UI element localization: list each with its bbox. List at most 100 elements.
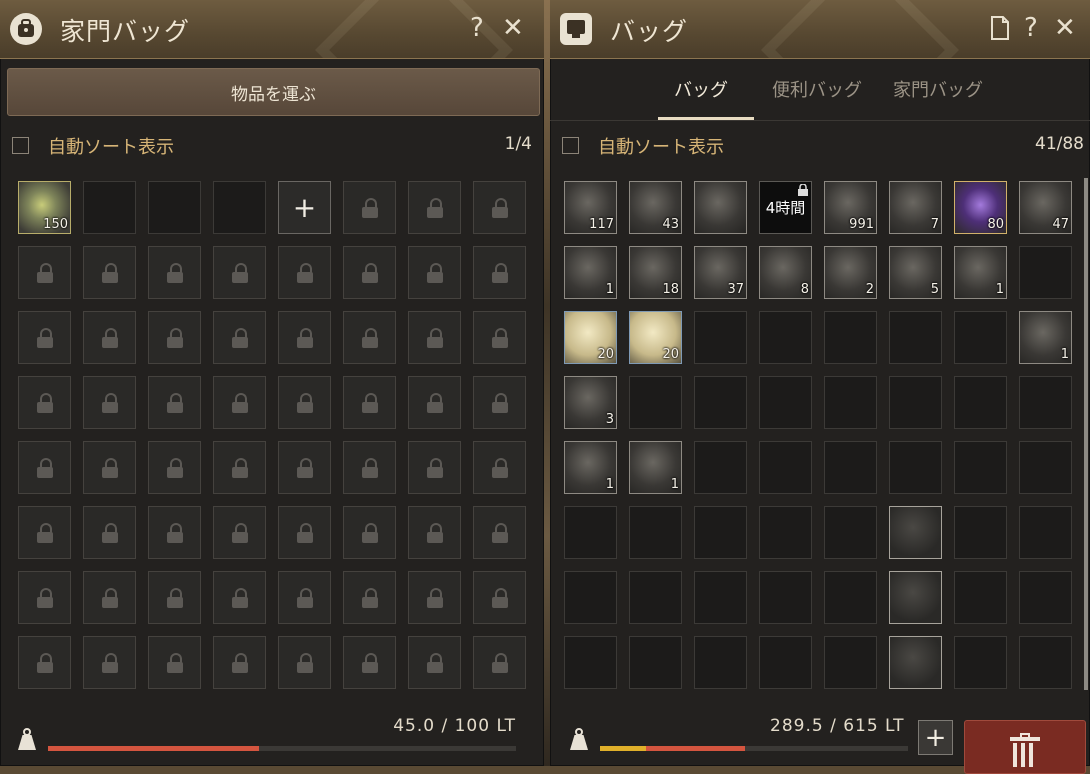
locked-slot[interactable]: [18, 311, 71, 364]
empty-slot[interactable]: [694, 506, 747, 559]
locked-slot[interactable]: [18, 506, 71, 559]
item-slot[interactable]: [889, 506, 942, 559]
item-slot[interactable]: 150: [18, 181, 71, 234]
locked-slot[interactable]: [278, 376, 331, 429]
locked-slot[interactable]: [278, 506, 331, 559]
empty-slot[interactable]: [148, 181, 201, 234]
empty-slot[interactable]: [1019, 376, 1072, 429]
item-slot[interactable]: 1: [1019, 311, 1072, 364]
empty-slot[interactable]: [759, 311, 812, 364]
empty-slot[interactable]: [564, 636, 617, 689]
item-slot[interactable]: 18: [629, 246, 682, 299]
carry-items-button[interactable]: 物品を運ぶ: [7, 68, 540, 116]
tab-family-bag[interactable]: 家門バッグ: [893, 76, 983, 102]
item-slot[interactable]: 4時間: [759, 181, 812, 234]
empty-slot[interactable]: [1019, 246, 1072, 299]
locked-slot[interactable]: [343, 636, 396, 689]
item-slot[interactable]: 3: [564, 376, 617, 429]
document-icon[interactable]: [990, 16, 1010, 48]
item-slot[interactable]: 117: [564, 181, 617, 234]
locked-slot[interactable]: [408, 311, 461, 364]
item-slot[interactable]: 1: [954, 246, 1007, 299]
tab-convenience-bag[interactable]: 便利バッグ: [772, 76, 862, 102]
empty-slot[interactable]: [694, 571, 747, 624]
locked-slot[interactable]: [83, 441, 136, 494]
item-slot[interactable]: 1: [564, 246, 617, 299]
locked-slot[interactable]: [473, 636, 526, 689]
locked-slot[interactable]: [148, 636, 201, 689]
locked-slot[interactable]: [408, 636, 461, 689]
empty-slot[interactable]: [759, 636, 812, 689]
item-slot[interactable]: 1: [564, 441, 617, 494]
locked-slot[interactable]: [83, 636, 136, 689]
locked-slot[interactable]: [148, 571, 201, 624]
help-icon[interactable]: ?: [1024, 12, 1038, 44]
add-slot-button[interactable]: +: [278, 181, 331, 234]
locked-slot[interactable]: [83, 246, 136, 299]
empty-slot[interactable]: [83, 181, 136, 234]
empty-slot[interactable]: [1019, 636, 1072, 689]
locked-slot[interactable]: [473, 441, 526, 494]
auto-sort-checkbox[interactable]: [12, 137, 29, 154]
empty-slot[interactable]: [694, 441, 747, 494]
locked-slot[interactable]: [18, 571, 71, 624]
item-slot[interactable]: [889, 636, 942, 689]
locked-slot[interactable]: [148, 376, 201, 429]
item-slot[interactable]: 991: [824, 181, 877, 234]
locked-slot[interactable]: [213, 376, 266, 429]
locked-slot[interactable]: [473, 571, 526, 624]
empty-slot[interactable]: [824, 311, 877, 364]
locked-slot[interactable]: [473, 181, 526, 234]
item-slot[interactable]: 7: [889, 181, 942, 234]
empty-slot[interactable]: [629, 636, 682, 689]
locked-slot[interactable]: [343, 311, 396, 364]
locked-slot[interactable]: [148, 506, 201, 559]
empty-slot[interactable]: [954, 311, 1007, 364]
scrollbar-thumb[interactable]: [1084, 178, 1088, 690]
empty-slot[interactable]: [759, 376, 812, 429]
locked-slot[interactable]: [148, 441, 201, 494]
locked-slot[interactable]: [408, 181, 461, 234]
expand-bag-button[interactable]: +: [918, 720, 953, 755]
empty-slot[interactable]: [889, 311, 942, 364]
locked-slot[interactable]: [213, 246, 266, 299]
locked-slot[interactable]: [213, 441, 266, 494]
locked-slot[interactable]: [18, 246, 71, 299]
locked-slot[interactable]: [408, 246, 461, 299]
locked-slot[interactable]: [408, 506, 461, 559]
family-bag-titlebar[interactable]: 家門バッグ ? ✕: [0, 0, 544, 59]
locked-slot[interactable]: [18, 376, 71, 429]
locked-slot[interactable]: [278, 246, 331, 299]
bag-scrollbar[interactable]: [1084, 178, 1088, 690]
item-slot[interactable]: 43: [629, 181, 682, 234]
auto-sort-checkbox[interactable]: [562, 137, 579, 154]
locked-slot[interactable]: [83, 311, 136, 364]
empty-slot[interactable]: [564, 571, 617, 624]
item-slot[interactable]: 8: [759, 246, 812, 299]
empty-slot[interactable]: [954, 636, 1007, 689]
locked-slot[interactable]: [408, 441, 461, 494]
locked-slot[interactable]: [408, 376, 461, 429]
empty-slot[interactable]: [759, 441, 812, 494]
empty-slot[interactable]: [759, 571, 812, 624]
locked-slot[interactable]: [278, 571, 331, 624]
locked-slot[interactable]: [408, 571, 461, 624]
locked-slot[interactable]: [473, 376, 526, 429]
empty-slot[interactable]: [629, 376, 682, 429]
locked-slot[interactable]: [213, 311, 266, 364]
empty-slot[interactable]: [1019, 506, 1072, 559]
empty-slot[interactable]: [694, 636, 747, 689]
locked-slot[interactable]: [83, 506, 136, 559]
empty-slot[interactable]: [824, 441, 877, 494]
empty-slot[interactable]: [694, 311, 747, 364]
item-slot[interactable]: 47: [1019, 181, 1072, 234]
locked-slot[interactable]: [278, 441, 331, 494]
item-slot[interactable]: 5: [889, 246, 942, 299]
locked-slot[interactable]: [213, 571, 266, 624]
empty-slot[interactable]: [213, 181, 266, 234]
empty-slot[interactable]: [824, 506, 877, 559]
empty-slot[interactable]: [629, 506, 682, 559]
empty-slot[interactable]: [629, 571, 682, 624]
help-icon[interactable]: ?: [470, 12, 484, 44]
item-slot[interactable]: 1: [629, 441, 682, 494]
